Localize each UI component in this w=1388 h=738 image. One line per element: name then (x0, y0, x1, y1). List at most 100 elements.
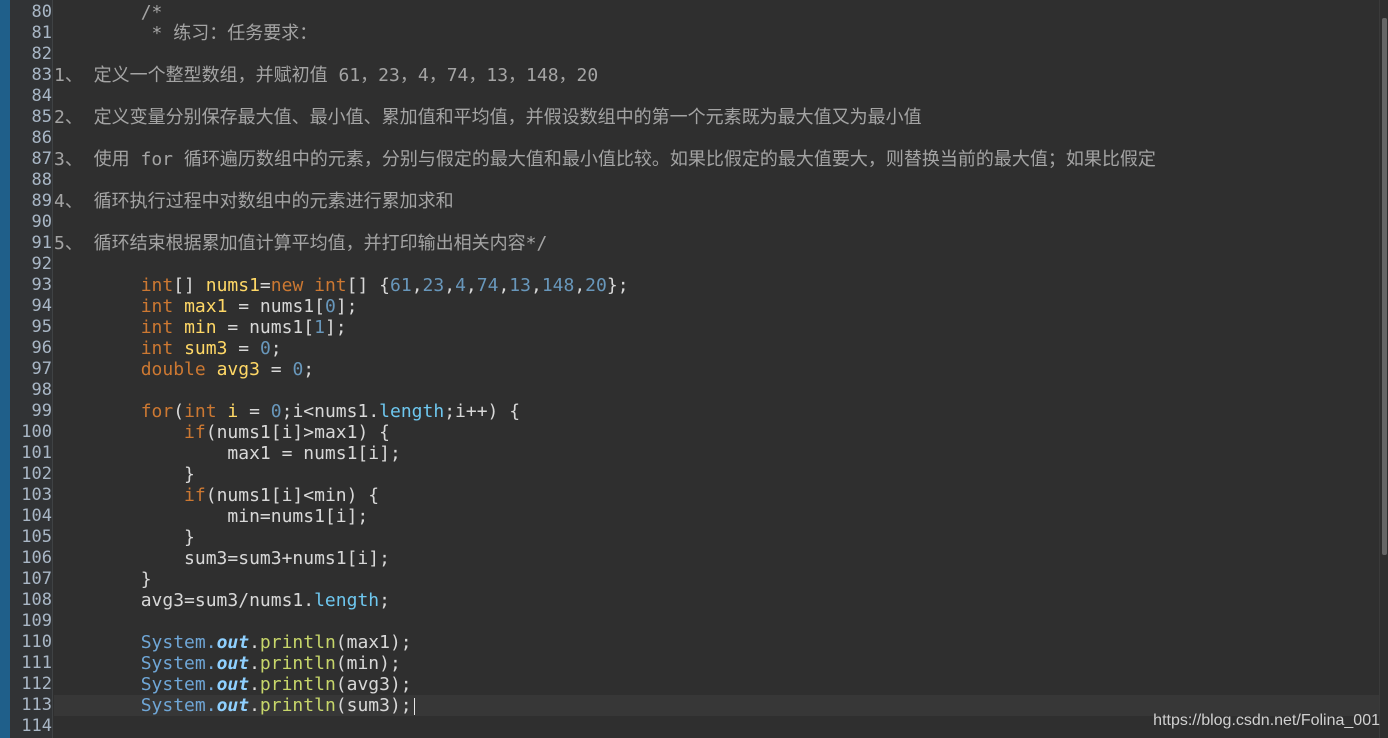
code-line[interactable]: System.out.println(max1); (54, 632, 1380, 653)
code-line[interactable] (54, 212, 1380, 233)
code-token: ; (379, 590, 390, 611)
code-line[interactable]: * 练习：任务要求： (54, 23, 1380, 44)
code-line[interactable]: int sum3 = 0; (54, 338, 1380, 359)
line-number: 94 (31, 296, 52, 316)
line-number: 93 (31, 275, 52, 295)
line-number: 80 (31, 2, 52, 22)
code-line[interactable]: int max1 = nums1[0]; (54, 296, 1380, 317)
code-token: ( (173, 401, 185, 422)
code-token: } (54, 464, 195, 485)
code-line[interactable]: if(nums1[i]>max1) { (54, 422, 1380, 443)
code-token: (sum3); (335, 695, 412, 716)
code-line[interactable] (54, 380, 1380, 401)
code-token: = (259, 359, 293, 380)
comment-text: 2、 定义变量分别保存最大值、最小值、累加值和平均值，并假设数组中的第一个元素既… (54, 107, 922, 128)
line-number: 100 (21, 422, 52, 442)
code-token: = nums1[ (227, 296, 325, 317)
line-number: 105 (21, 527, 52, 547)
code-token: 0 (259, 338, 271, 359)
line-number: 98 (31, 380, 52, 400)
code-token: [] (173, 275, 206, 296)
code-token: 74 (476, 275, 499, 296)
code-token: sum3 (184, 338, 228, 359)
code-line[interactable]: min=nums1[i]; (54, 506, 1380, 527)
code-line[interactable]: for(int i = 0;i<nums1.length;i++) { (54, 401, 1380, 422)
code-token: } (54, 569, 152, 590)
code-line[interactable]: } (54, 464, 1380, 485)
code-line[interactable] (54, 128, 1380, 149)
code-line[interactable]: System.out.println(avg3); (54, 674, 1380, 695)
code-token: , (574, 275, 586, 296)
code-editor[interactable]: 80 81 82 83 84 85 86 87 88 89 90 91 92 93 94 95 96 97 98 99… (0, 0, 1388, 738)
code-token: System. (140, 695, 217, 716)
code-token: ;i<nums1. (281, 401, 380, 422)
code-token: (nums1[i]<min) { (205, 485, 380, 506)
code-line[interactable]: /* (54, 2, 1380, 23)
code-token: nums1 (205, 275, 260, 296)
line-number: 91 (31, 233, 52, 253)
code-token: (avg3); (335, 674, 412, 695)
code-line[interactable]: System.out.println(min); (54, 653, 1380, 674)
code-line[interactable] (54, 611, 1380, 632)
code-token: if (184, 485, 206, 506)
line-number: 104 (21, 506, 52, 526)
code-line[interactable] (54, 44, 1380, 65)
code-token: int (140, 338, 174, 359)
code-token: int (184, 401, 217, 422)
code-token: ;i++) { (444, 401, 521, 422)
scrollbar-thumb[interactable] (1382, 18, 1387, 555)
code-line[interactable] (54, 254, 1380, 275)
code-line[interactable]: if(nums1[i]<min) { (54, 485, 1380, 506)
comment-text: 1、 定义一个整型数组，并赋初值 61，23，4，74，13，148，20 (54, 65, 599, 86)
line-number: 84 (31, 86, 52, 106)
code-token: 148 (541, 275, 575, 296)
code-line[interactable]: int[] nums1=new int[] {61,23,4,74,13,148… (54, 275, 1380, 296)
code-token: println (259, 632, 336, 653)
code-line[interactable]: } (54, 527, 1380, 548)
line-number: 86 (31, 128, 52, 148)
code-line[interactable]: 1、 定义一个整型数组，并赋初值 61，23，4，74，13，148，20 (54, 65, 1380, 86)
code-line[interactable]: 4、 循环执行过程中对数组中的元素进行累加求和 (54, 191, 1380, 212)
code-token: 0 (292, 359, 304, 380)
code-token: , (444, 275, 456, 296)
code-token: (min); (335, 653, 401, 674)
code-line[interactable]: avg3=sum3/nums1.length; (54, 590, 1380, 611)
code-token: . (249, 674, 260, 695)
line-number: 85 (31, 107, 52, 127)
code-line[interactable]: 2、 定义变量分别保存最大值、最小值、累加值和平均值，并假设数组中的第一个元素既… (54, 107, 1380, 128)
code-area[interactable]: /* * 练习：任务要求： 1、 定义一个整型数组，并赋初值 61，23，4，74… (54, 0, 1380, 738)
code-line[interactable]: sum3=sum3+nums1[i]; (54, 548, 1380, 569)
code-line[interactable]: } (54, 569, 1380, 590)
vertical-scrollbar[interactable] (1379, 0, 1388, 738)
code-line[interactable]: 3、 使用 for 循环遍历数组中的元素，分别与假定的最大值和最小值比较。如果比… (54, 149, 1380, 170)
code-token: = (238, 401, 271, 422)
code-token: length (314, 590, 380, 611)
line-number: 81 (31, 23, 52, 43)
code-token: , (498, 275, 510, 296)
code-token: } (54, 527, 195, 548)
code-line[interactable]: int min = nums1[1]; (54, 317, 1380, 338)
code-token: int (140, 317, 174, 338)
line-number: 112 (21, 674, 52, 694)
code-line[interactable] (54, 86, 1380, 107)
code-token: out (216, 632, 250, 653)
code-line[interactable]: 5、 循环结束根据累加值计算平均值，并打印输出相关内容*/ (54, 233, 1380, 254)
comment-text: /* (54, 2, 163, 23)
code-token: length (379, 401, 445, 422)
code-line[interactable]: double avg3 = 0; (54, 359, 1380, 380)
line-number: 110 (21, 632, 52, 652)
code-token: max1 = nums1[i]; (54, 443, 401, 464)
line-number: 106 (21, 548, 52, 568)
code-token: i (227, 401, 239, 422)
code-token: avg3 (216, 359, 260, 380)
code-token: ]; (324, 317, 347, 338)
line-number: 103 (21, 485, 52, 505)
code-line[interactable] (54, 170, 1380, 191)
code-token: , (530, 275, 542, 296)
code-line[interactable]: max1 = nums1[i]; (54, 443, 1380, 464)
